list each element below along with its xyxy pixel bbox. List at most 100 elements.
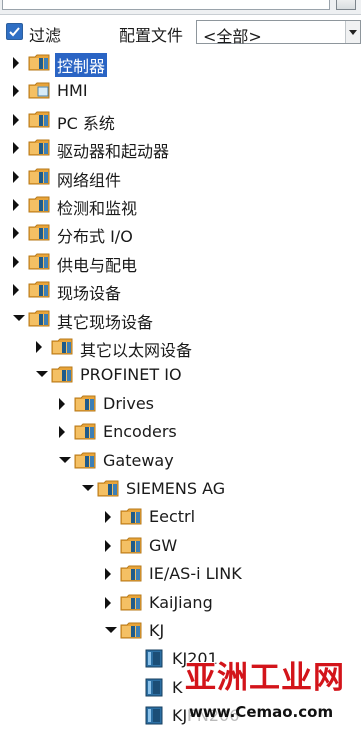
tree-node-label: GW bbox=[149, 535, 178, 555]
expand-arrow-right-icon[interactable] bbox=[13, 113, 19, 126]
tree-node-label: 现场设备 bbox=[57, 284, 122, 304]
filter-checkbox[interactable] bbox=[6, 23, 23, 40]
tree-node[interactable]: GW bbox=[0, 533, 361, 559]
tree-node[interactable]: SIEMENS AG bbox=[0, 476, 361, 502]
expand-arrow-down-icon[interactable] bbox=[59, 456, 71, 463]
tree-node[interactable]: HMI bbox=[0, 78, 361, 104]
expand-arrow-down-icon[interactable] bbox=[36, 371, 48, 378]
folder-icon bbox=[28, 252, 50, 271]
tree-node[interactable]: 控制器 bbox=[0, 50, 361, 78]
device-icon bbox=[143, 706, 165, 725]
tree-node[interactable]: 驱动器和起动器 bbox=[0, 135, 361, 161]
folder-icon bbox=[28, 309, 50, 328]
tree-node-label: Drives bbox=[103, 393, 154, 413]
folder-icon bbox=[28, 223, 50, 242]
tree-node-label: 控制器 bbox=[53, 52, 109, 78]
tree-node-label: Eectrl bbox=[149, 507, 196, 527]
tree-node-label: Encoders bbox=[103, 422, 177, 442]
chevron-down-icon[interactable] bbox=[345, 21, 360, 43]
expand-arrow-right-icon[interactable] bbox=[13, 57, 19, 69]
tree-node-label: SIEMENS AG bbox=[126, 479, 226, 498]
folder-icon bbox=[28, 53, 50, 72]
profile-label: 配置文件 bbox=[119, 26, 184, 45]
expand-arrow-right-icon[interactable] bbox=[13, 85, 19, 98]
folder-icon bbox=[120, 564, 142, 583]
folder-icon bbox=[120, 536, 142, 555]
expand-arrow-down-icon[interactable] bbox=[82, 485, 94, 491]
tree-node-label: HMI bbox=[57, 81, 88, 101]
top-toolbar bbox=[0, 0, 361, 15]
folder-icon bbox=[28, 110, 50, 129]
expand-arrow-down-icon[interactable] bbox=[13, 314, 25, 321]
folder-icon bbox=[51, 365, 73, 384]
expand-arrow-down-icon[interactable] bbox=[105, 627, 117, 633]
tree-node[interactable]: IE/AS-i LINK bbox=[0, 561, 361, 587]
tree-node-label: 网络组件 bbox=[57, 170, 122, 190]
tree-node[interactable]: 供电与配电 bbox=[0, 249, 361, 275]
tree-node-label: IE/AS-i LINK bbox=[149, 564, 242, 584]
tree-node-label: PROFINET IO bbox=[80, 365, 182, 385]
tree-node-label: 驱动器和起动器 bbox=[57, 142, 170, 162]
tree-node[interactable]: 现场设备 bbox=[0, 277, 361, 303]
tree-node-label: PC 系统 bbox=[57, 113, 115, 133]
tree-node-label: K bbox=[172, 677, 183, 697]
tree-node-label: KJ bbox=[149, 621, 165, 640]
tree-node-label: 检测和监视 bbox=[57, 199, 138, 218]
expand-arrow-right-icon[interactable] bbox=[13, 284, 19, 297]
profile-select[interactable]: <全部> bbox=[196, 20, 361, 46]
tree-node[interactable]: KaiJiang bbox=[0, 590, 361, 616]
tree-node[interactable]: Encoders bbox=[0, 419, 361, 445]
search-input[interactable] bbox=[2, 0, 330, 10]
tree-node[interactable]: 分布式 I/O bbox=[0, 220, 361, 246]
checkmark-icon bbox=[9, 27, 20, 37]
tree-node-label: 其它现场设备 bbox=[57, 312, 154, 332]
folder-icon bbox=[51, 337, 73, 356]
folder-icon bbox=[74, 422, 96, 441]
tree-node[interactable]: KJ bbox=[0, 618, 361, 644]
tree-node-label: 其它以太网设备 bbox=[80, 341, 193, 360]
expand-arrow-right-icon[interactable] bbox=[105, 596, 111, 609]
expand-arrow-right-icon[interactable] bbox=[59, 397, 65, 410]
expand-arrow-right-icon[interactable] bbox=[13, 255, 19, 268]
tree-node-label: KaiJiang bbox=[149, 592, 213, 612]
folder-hmi-icon bbox=[28, 81, 50, 100]
folder-icon bbox=[28, 280, 50, 299]
folder-icon bbox=[28, 138, 50, 157]
expand-arrow-right-icon[interactable] bbox=[36, 341, 42, 353]
watermark: 亚洲工业网 www.Cemao.com bbox=[185, 648, 361, 738]
watermark-url: www.Cemao.com bbox=[189, 703, 334, 721]
folder-icon bbox=[28, 195, 50, 214]
expand-arrow-right-icon[interactable] bbox=[13, 227, 19, 240]
tree-node[interactable]: 检测和监视 bbox=[0, 192, 361, 218]
profile-select-value: <全部> bbox=[203, 27, 262, 46]
folder-icon bbox=[74, 451, 96, 470]
tree-node[interactable]: Eectrl bbox=[0, 504, 361, 530]
folder-icon bbox=[120, 593, 142, 612]
expand-arrow-right-icon[interactable] bbox=[105, 539, 111, 552]
tree-node[interactable]: PC 系统 bbox=[0, 107, 361, 133]
tree-node[interactable]: Gateway bbox=[0, 448, 361, 474]
tree-node[interactable]: 网络组件 bbox=[0, 164, 361, 190]
watermark-title: 亚洲工业网 bbox=[185, 660, 345, 696]
folder-icon bbox=[120, 621, 142, 640]
tree-node[interactable]: 其它现场设备 bbox=[0, 306, 361, 332]
tree-node[interactable]: PROFINET IO bbox=[0, 362, 361, 388]
tree-node-label: Gateway bbox=[103, 450, 174, 470]
folder-icon bbox=[28, 167, 50, 186]
folder-icon bbox=[74, 394, 96, 413]
tree-node-label: 分布式 I/O bbox=[57, 227, 133, 247]
expand-arrow-right-icon[interactable] bbox=[13, 142, 19, 155]
expand-arrow-right-icon[interactable] bbox=[13, 170, 19, 183]
search-button[interactable] bbox=[336, 0, 356, 10]
expand-arrow-right-icon[interactable] bbox=[105, 568, 111, 581]
expand-arrow-right-icon[interactable] bbox=[59, 426, 65, 439]
device-icon bbox=[143, 678, 165, 697]
folder-icon bbox=[120, 507, 142, 526]
filter-row: 过滤 配置文件 <全部> bbox=[0, 17, 361, 47]
device-icon bbox=[143, 649, 165, 668]
tree-node[interactable]: Drives bbox=[0, 391, 361, 417]
expand-arrow-right-icon[interactable] bbox=[13, 199, 19, 211]
tree-node[interactable]: 其它以太网设备 bbox=[0, 334, 361, 360]
expand-arrow-right-icon[interactable] bbox=[105, 511, 111, 524]
folder-icon bbox=[97, 479, 119, 498]
